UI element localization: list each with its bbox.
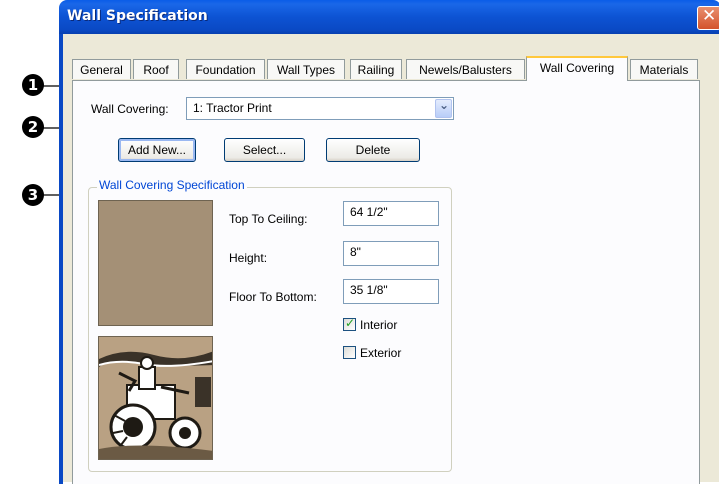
tab-wall-covering[interactable]: Wall Covering [526,56,628,81]
group-title: Wall Covering Specification [97,178,247,192]
top-to-ceiling-input[interactable]: 64 1/2" [343,201,439,226]
select-button[interactable]: Select... [224,138,305,162]
interior-label: Interior [360,318,398,332]
height-label: Height: [229,251,268,265]
tab-roof[interactable]: Roof [133,59,179,79]
height-input[interactable]: 8" [343,241,439,266]
callout-3: 3 [22,184,44,206]
top-to-ceiling-label: Top To Ceiling: [229,212,308,226]
tab-newels-balusters[interactable]: Newels/Balusters [406,59,525,79]
close-icon: ✕ [702,6,717,26]
tab-wall-types[interactable]: Wall Types [267,59,345,79]
tab-general[interactable]: General [72,59,131,79]
close-button[interactable]: ✕ [697,6,719,30]
exterior-label: Exterior [360,346,402,360]
callout-1: 1 [22,74,44,96]
tractor-image [99,337,212,459]
floor-to-bottom-input[interactable]: 35 1/8" [343,279,439,304]
interior-checkbox[interactable]: ✓ [343,316,356,331]
chevron-down-icon: ⌄ [439,98,450,112]
callout-2: 2 [22,116,44,138]
window-frame-left [59,34,63,484]
tab-materials[interactable]: Materials [630,59,698,79]
wall-covering-dropdown[interactable]: 1: Tractor Print ⌄ [186,97,454,120]
delete-button[interactable]: Delete [326,138,420,162]
add-new-button[interactable]: Add New... [118,138,196,162]
floor-to-bottom-label: Floor To Bottom: [229,290,317,304]
dropdown-button[interactable]: ⌄ [435,98,452,118]
tab-foundation[interactable]: Foundation [186,59,265,79]
color-swatch[interactable] [98,200,213,326]
tractor-print-preview [98,336,213,460]
check-icon: ✓ [345,316,356,330]
exterior-checkbox[interactable] [343,346,356,359]
dialog-title: Wall Specification [67,8,208,24]
wall-covering-selected: 1: Tractor Print [193,101,272,115]
title-bar: Wall Specification ✕ [59,0,719,34]
tab-railing[interactable]: Railing [350,59,402,79]
wall-covering-label: Wall Covering: [91,102,169,116]
